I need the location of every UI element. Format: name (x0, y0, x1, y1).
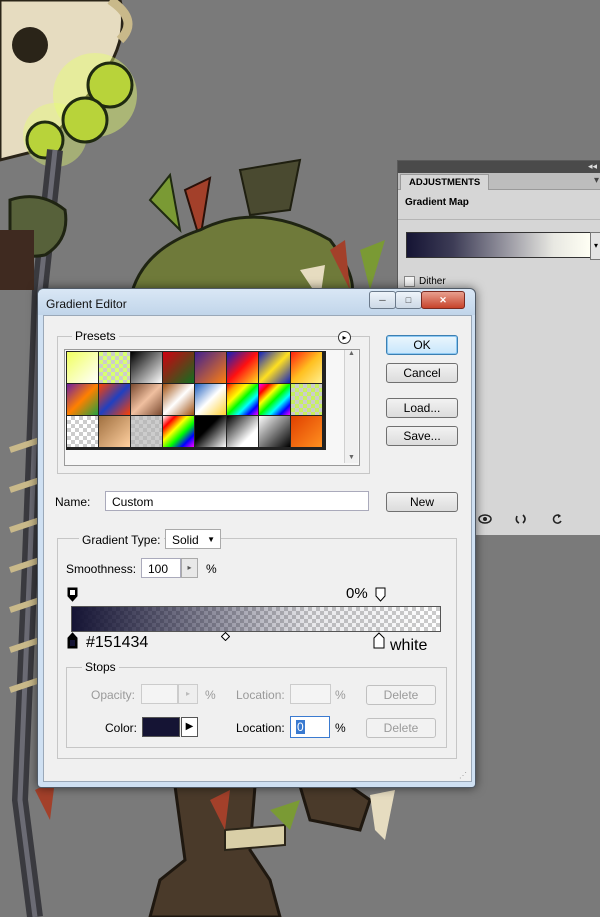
collapse-icon[interactable]: ◂◂ (588, 162, 597, 172)
presets-label: Presets (72, 329, 119, 343)
name-field[interactable]: Custom (105, 491, 369, 511)
presets-menu-icon[interactable]: ▸ (338, 331, 351, 344)
panel-collapse-bar[interactable]: ◂◂ (398, 161, 600, 173)
color-location-label: Location: (236, 721, 285, 735)
gradient-bar[interactable] (71, 606, 441, 632)
dialog-title: Gradient Editor (46, 297, 127, 311)
panel-bottom-bar (478, 513, 600, 528)
color-menu-arrow-icon[interactable]: ▶ (181, 717, 198, 737)
preset-swatch[interactable] (163, 416, 194, 447)
smoothness-stepper[interactable]: ▸ (181, 558, 198, 578)
preset-swatch[interactable] (259, 352, 290, 383)
resize-grip-icon[interactable]: ⋰ (459, 771, 467, 780)
gradient-type-value: Solid (172, 533, 199, 547)
gradient-fill (72, 607, 440, 631)
scroll-down-icon[interactable]: ▼ (345, 454, 358, 461)
smoothness-unit: % (206, 562, 217, 576)
clip-icon[interactable] (514, 513, 528, 528)
preset-swatch[interactable] (195, 384, 226, 415)
opacity-delete-button[interactable]: Delete (366, 685, 436, 705)
color-stop-right-readout: white (390, 637, 428, 654)
preset-swatch[interactable] (99, 352, 130, 383)
midpoint-diamond[interactable] (221, 632, 230, 641)
opacity-stepper[interactable]: ▸ (178, 684, 198, 704)
preset-swatch[interactable] (227, 416, 258, 447)
dialog-titlebar[interactable]: Gradient Editor ─ □ ✕ (38, 289, 475, 315)
reset-icon[interactable] (550, 513, 564, 528)
save-button[interactable]: Save... (386, 426, 458, 446)
stops-label: Stops (82, 660, 119, 674)
preset-swatch[interactable] (131, 384, 162, 415)
eye-icon[interactable] (478, 513, 492, 528)
preset-swatch[interactable] (131, 416, 162, 447)
new-button[interactable]: New (386, 492, 458, 512)
preset-swatch[interactable] (291, 352, 322, 383)
opacity-label: Opacity: (91, 688, 136, 702)
chevron-down-icon: ▼ (207, 535, 215, 544)
ok-button[interactable]: OK (386, 335, 458, 355)
opacity-stop-right[interactable] (375, 587, 386, 602)
name-label: Name: (55, 495, 91, 509)
tab-adjustments[interactable]: ADJUSTMENTS (400, 174, 490, 190)
close-button[interactable]: ✕ (421, 291, 465, 309)
panel-tab-row: ADJUSTMENTS ▾ (398, 173, 600, 190)
load-button[interactable]: Load... (386, 398, 458, 418)
divider (398, 219, 600, 220)
preset-swatch[interactable] (67, 416, 98, 447)
minimize-button[interactable]: ─ (369, 291, 396, 309)
preset-swatch[interactable] (131, 352, 162, 383)
cancel-button[interactable]: Cancel (386, 363, 458, 383)
opacity-stop-readout: 0% (346, 585, 368, 602)
preset-swatch[interactable] (67, 384, 98, 415)
preset-swatch[interactable] (163, 384, 194, 415)
preset-swatch[interactable] (259, 384, 290, 415)
dither-label: Dither (419, 276, 446, 287)
preset-swatch[interactable] (227, 384, 258, 415)
preset-swatch[interactable] (99, 384, 130, 415)
preset-swatch[interactable] (195, 352, 226, 383)
preset-swatch[interactable] (291, 384, 322, 415)
preset-swatch[interactable] (195, 416, 226, 447)
preset-swatch[interactable] (67, 352, 98, 383)
color-stop-left[interactable] (67, 632, 78, 649)
color-label: Color: (105, 721, 138, 735)
color-location-field[interactable]: 0 (290, 716, 330, 738)
smoothness-field[interactable]: 100 (141, 558, 181, 578)
color-delete-button[interactable]: Delete (366, 718, 436, 738)
opacity-location-unit: % (335, 688, 346, 702)
preset-swatch[interactable] (227, 352, 258, 383)
preset-swatch[interactable] (259, 416, 290, 447)
presets-grid (66, 351, 326, 450)
preset-swatch[interactable] (163, 352, 194, 383)
color-stop-left-readout: #151434 (86, 634, 149, 651)
opacity-location-label: Location: (236, 688, 285, 702)
color-location-unit: % (335, 721, 346, 735)
preset-swatch[interactable] (291, 416, 322, 447)
gradient-type-select[interactable]: Solid ▼ (165, 529, 221, 549)
preset-swatch[interactable] (99, 416, 130, 447)
opacity-field[interactable] (141, 684, 178, 704)
maximize-button[interactable]: □ (395, 291, 422, 309)
dither-option[interactable]: Dither (404, 276, 446, 287)
opacity-unit: % (205, 688, 216, 702)
presets-scrollbar[interactable]: ▲ ▼ (344, 350, 358, 463)
smoothness-label: Smoothness: (66, 562, 137, 576)
panel-menu-icon[interactable]: ▾ (594, 175, 599, 186)
dither-checkbox[interactable] (404, 276, 415, 287)
color-stop-right[interactable] (373, 632, 385, 649)
panel-title: Gradient Map (405, 197, 469, 208)
color-swatch[interactable] (142, 717, 180, 737)
gradient-map-preview[interactable] (406, 232, 591, 258)
opacity-stop-left[interactable] (67, 587, 78, 602)
color-location-value: 0 (296, 720, 305, 734)
gradient-picker-dropdown[interactable]: ▾ (590, 232, 600, 260)
gradient-type-label: Gradient Type: (79, 533, 164, 547)
opacity-location-field[interactable] (290, 684, 331, 704)
scroll-up-icon[interactable]: ▲ (345, 350, 358, 357)
